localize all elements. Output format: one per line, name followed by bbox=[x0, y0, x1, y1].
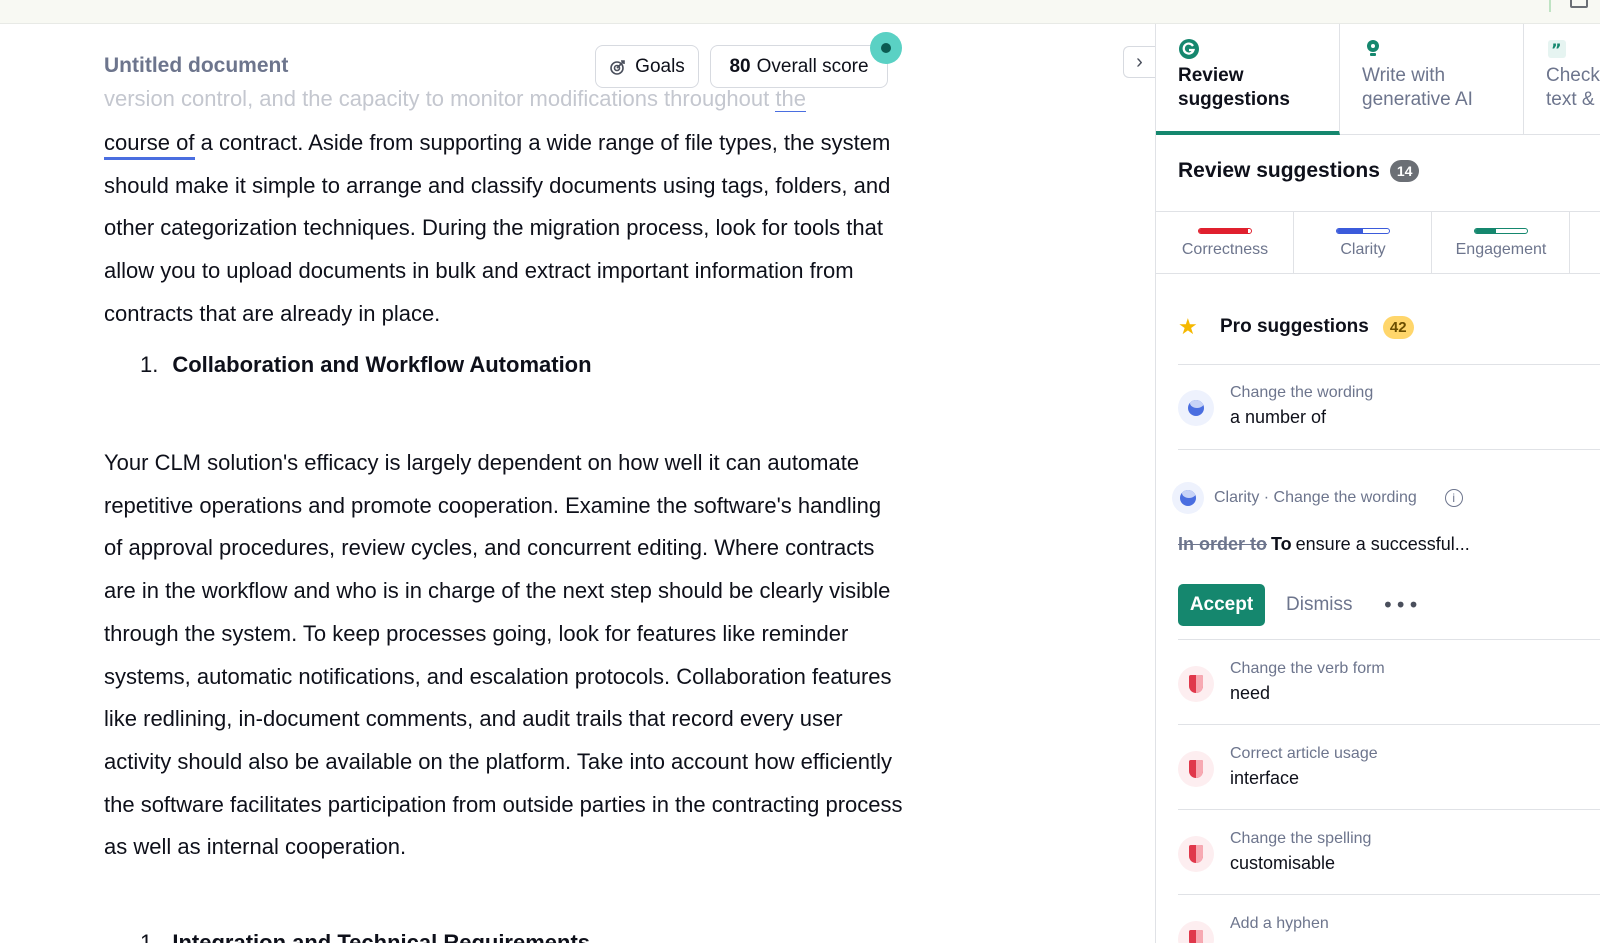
category-label: Clarity bbox=[1340, 241, 1386, 258]
star-icon: ★ bbox=[1178, 314, 1198, 339]
tab-review-suggestions[interactable]: Review suggestions bbox=[1156, 24, 1340, 135]
expanded-suggestion-card[interactable]: Clarity · Change the wording i In order … bbox=[1172, 482, 1600, 652]
target-icon bbox=[610, 59, 625, 75]
assistant-sidebar: Review suggestions Write with generative… bbox=[1155, 24, 1600, 943]
review-suggestions-title: Review suggestions bbox=[1178, 159, 1380, 182]
suggestion-value: customisable bbox=[1230, 853, 1336, 873]
correctness-meter bbox=[1198, 228, 1252, 234]
suggestion-kind: Change the spelling bbox=[1230, 830, 1372, 847]
toolbar-divider bbox=[1549, 0, 1551, 12]
shield-icon bbox=[1189, 675, 1203, 693]
meter-fill bbox=[1337, 229, 1363, 233]
correctness-bubble-icon bbox=[1178, 836, 1214, 872]
paragraph-2[interactable]: Your CLM solution's efficacy is largely … bbox=[104, 442, 904, 869]
faded-underlined-text[interactable]: the bbox=[775, 86, 806, 112]
clarity-bubble-icon bbox=[1178, 390, 1214, 426]
overall-score-button[interactable]: 80 Overall score bbox=[710, 45, 888, 88]
divider bbox=[1178, 449, 1600, 450]
clarity-dot bbox=[1188, 400, 1204, 416]
category-filters: Correctness Clarity Engagement bbox=[1156, 211, 1600, 274]
sidebar-tabs: Review suggestions Write with generative… bbox=[1156, 24, 1600, 135]
quote-icon: ” bbox=[1548, 40, 1566, 59]
lightbulb-icon bbox=[1367, 40, 1379, 56]
category-engagement[interactable]: Engagement bbox=[1432, 212, 1570, 273]
meter-fill bbox=[1199, 229, 1249, 233]
divider bbox=[1178, 639, 1600, 640]
score-indicator-icon[interactable] bbox=[870, 32, 902, 64]
suggestion-kind: Change the verb form bbox=[1230, 660, 1385, 677]
shield-icon bbox=[1189, 845, 1203, 863]
document-title[interactable]: Untitled document bbox=[104, 54, 288, 78]
divider bbox=[1178, 894, 1600, 895]
tab-label: Review suggestions bbox=[1178, 65, 1290, 110]
category-label: Correctness bbox=[1181, 241, 1269, 258]
expanded-suggestion-header: Clarity · Change the wording i bbox=[1172, 482, 1463, 514]
correctness-bubble-icon bbox=[1178, 751, 1214, 787]
heading-integration[interactable]: 1. Integration and Technical Requirement… bbox=[140, 930, 590, 943]
meter-fill bbox=[1475, 229, 1496, 233]
heading-number: 1. bbox=[140, 352, 159, 377]
shield-icon bbox=[1189, 930, 1203, 943]
suggestion-value: need bbox=[1230, 683, 1271, 703]
clarity-dot bbox=[1180, 490, 1196, 506]
info-icon[interactable]: i bbox=[1444, 489, 1463, 507]
goals-button[interactable]: Goals bbox=[595, 45, 699, 88]
pro-suggestions-label: Pro suggestions bbox=[1220, 316, 1369, 337]
divider bbox=[1178, 364, 1600, 365]
grammarly-g-icon bbox=[1179, 39, 1199, 59]
pro-suggestions-row[interactable]: ★ Pro suggestions 42 bbox=[1178, 314, 1414, 340]
heading-collaboration[interactable]: 1. Collaboration and Workflow Automation bbox=[140, 352, 592, 378]
engagement-meter bbox=[1474, 228, 1528, 234]
collapse-panel-button[interactable]: › bbox=[1123, 46, 1155, 78]
clarity-bubble-icon bbox=[1172, 482, 1204, 514]
goals-label: Goals bbox=[635, 55, 685, 77]
context-text: ensure a successful... bbox=[1295, 534, 1470, 554]
faded-text-line: version control, and the capacity to mon… bbox=[104, 86, 904, 112]
tab-label: Write with generative AI bbox=[1362, 65, 1473, 110]
pro-count-badge: 42 bbox=[1382, 315, 1414, 339]
score-value: 80 bbox=[729, 55, 751, 77]
browser-top-bar bbox=[0, 0, 1600, 24]
tab-label: Check text & bbox=[1546, 65, 1600, 110]
divider bbox=[1178, 809, 1600, 810]
tab-check-text[interactable]: ” Check text & bbox=[1524, 24, 1600, 135]
clarity-highlight[interactable]: course of bbox=[104, 130, 195, 160]
heading-text: Integration and Technical Requirements bbox=[172, 930, 591, 943]
suggestion-kind: Change the wording bbox=[1230, 384, 1374, 401]
clarity-meter bbox=[1336, 228, 1390, 234]
correctness-bubble-icon bbox=[1178, 921, 1214, 943]
paragraph-1-text: a contract. Aside from supporting a wide… bbox=[104, 130, 891, 326]
inserted-text: To bbox=[1271, 534, 1292, 554]
suggestion-count-badge: 14 bbox=[1389, 160, 1420, 182]
window-icon[interactable] bbox=[1570, 0, 1588, 8]
category-label: Engagement bbox=[1455, 241, 1547, 258]
suggestion-kind: Add a hyphen bbox=[1230, 915, 1329, 932]
expanded-kind: Clarity · Change the wording bbox=[1214, 489, 1417, 506]
more-options-icon[interactable]: ••• bbox=[1382, 584, 1419, 626]
review-suggestions-header: Review suggestions 14 bbox=[1178, 159, 1420, 183]
faded-text: version control, and the capacity to mon… bbox=[104, 86, 776, 111]
suggestion-preview: In order to To ensure a successful... bbox=[1178, 534, 1470, 555]
paragraph-1[interactable]: course of a contract. Aside from support… bbox=[104, 122, 904, 336]
deleted-text: In order to bbox=[1178, 534, 1267, 554]
document-editor[interactable]: Untitled document Goals 80 Overall score… bbox=[0, 24, 1155, 943]
dismiss-button[interactable]: Dismiss bbox=[1286, 584, 1353, 626]
shield-icon bbox=[1189, 760, 1203, 778]
svg-text:”: ” bbox=[1551, 40, 1562, 59]
divider bbox=[1178, 724, 1600, 725]
suggestion-value: interface bbox=[1230, 768, 1300, 788]
suggestion-kind: Correct article usage bbox=[1230, 745, 1378, 762]
accept-button[interactable]: Accept bbox=[1178, 584, 1265, 626]
heading-number: 1. bbox=[140, 930, 159, 943]
suggestion-value: a number of bbox=[1230, 407, 1327, 427]
score-label: Overall score bbox=[756, 55, 869, 77]
category-clarity[interactable]: Clarity bbox=[1294, 212, 1432, 273]
tab-write-with-ai[interactable]: Write with generative AI bbox=[1340, 24, 1524, 135]
chevron-right-icon: › bbox=[1136, 50, 1143, 73]
heading-text: Collaboration and Workflow Automation bbox=[172, 352, 592, 377]
correctness-bubble-icon bbox=[1178, 666, 1214, 702]
category-correctness[interactable]: Correctness bbox=[1156, 212, 1294, 273]
